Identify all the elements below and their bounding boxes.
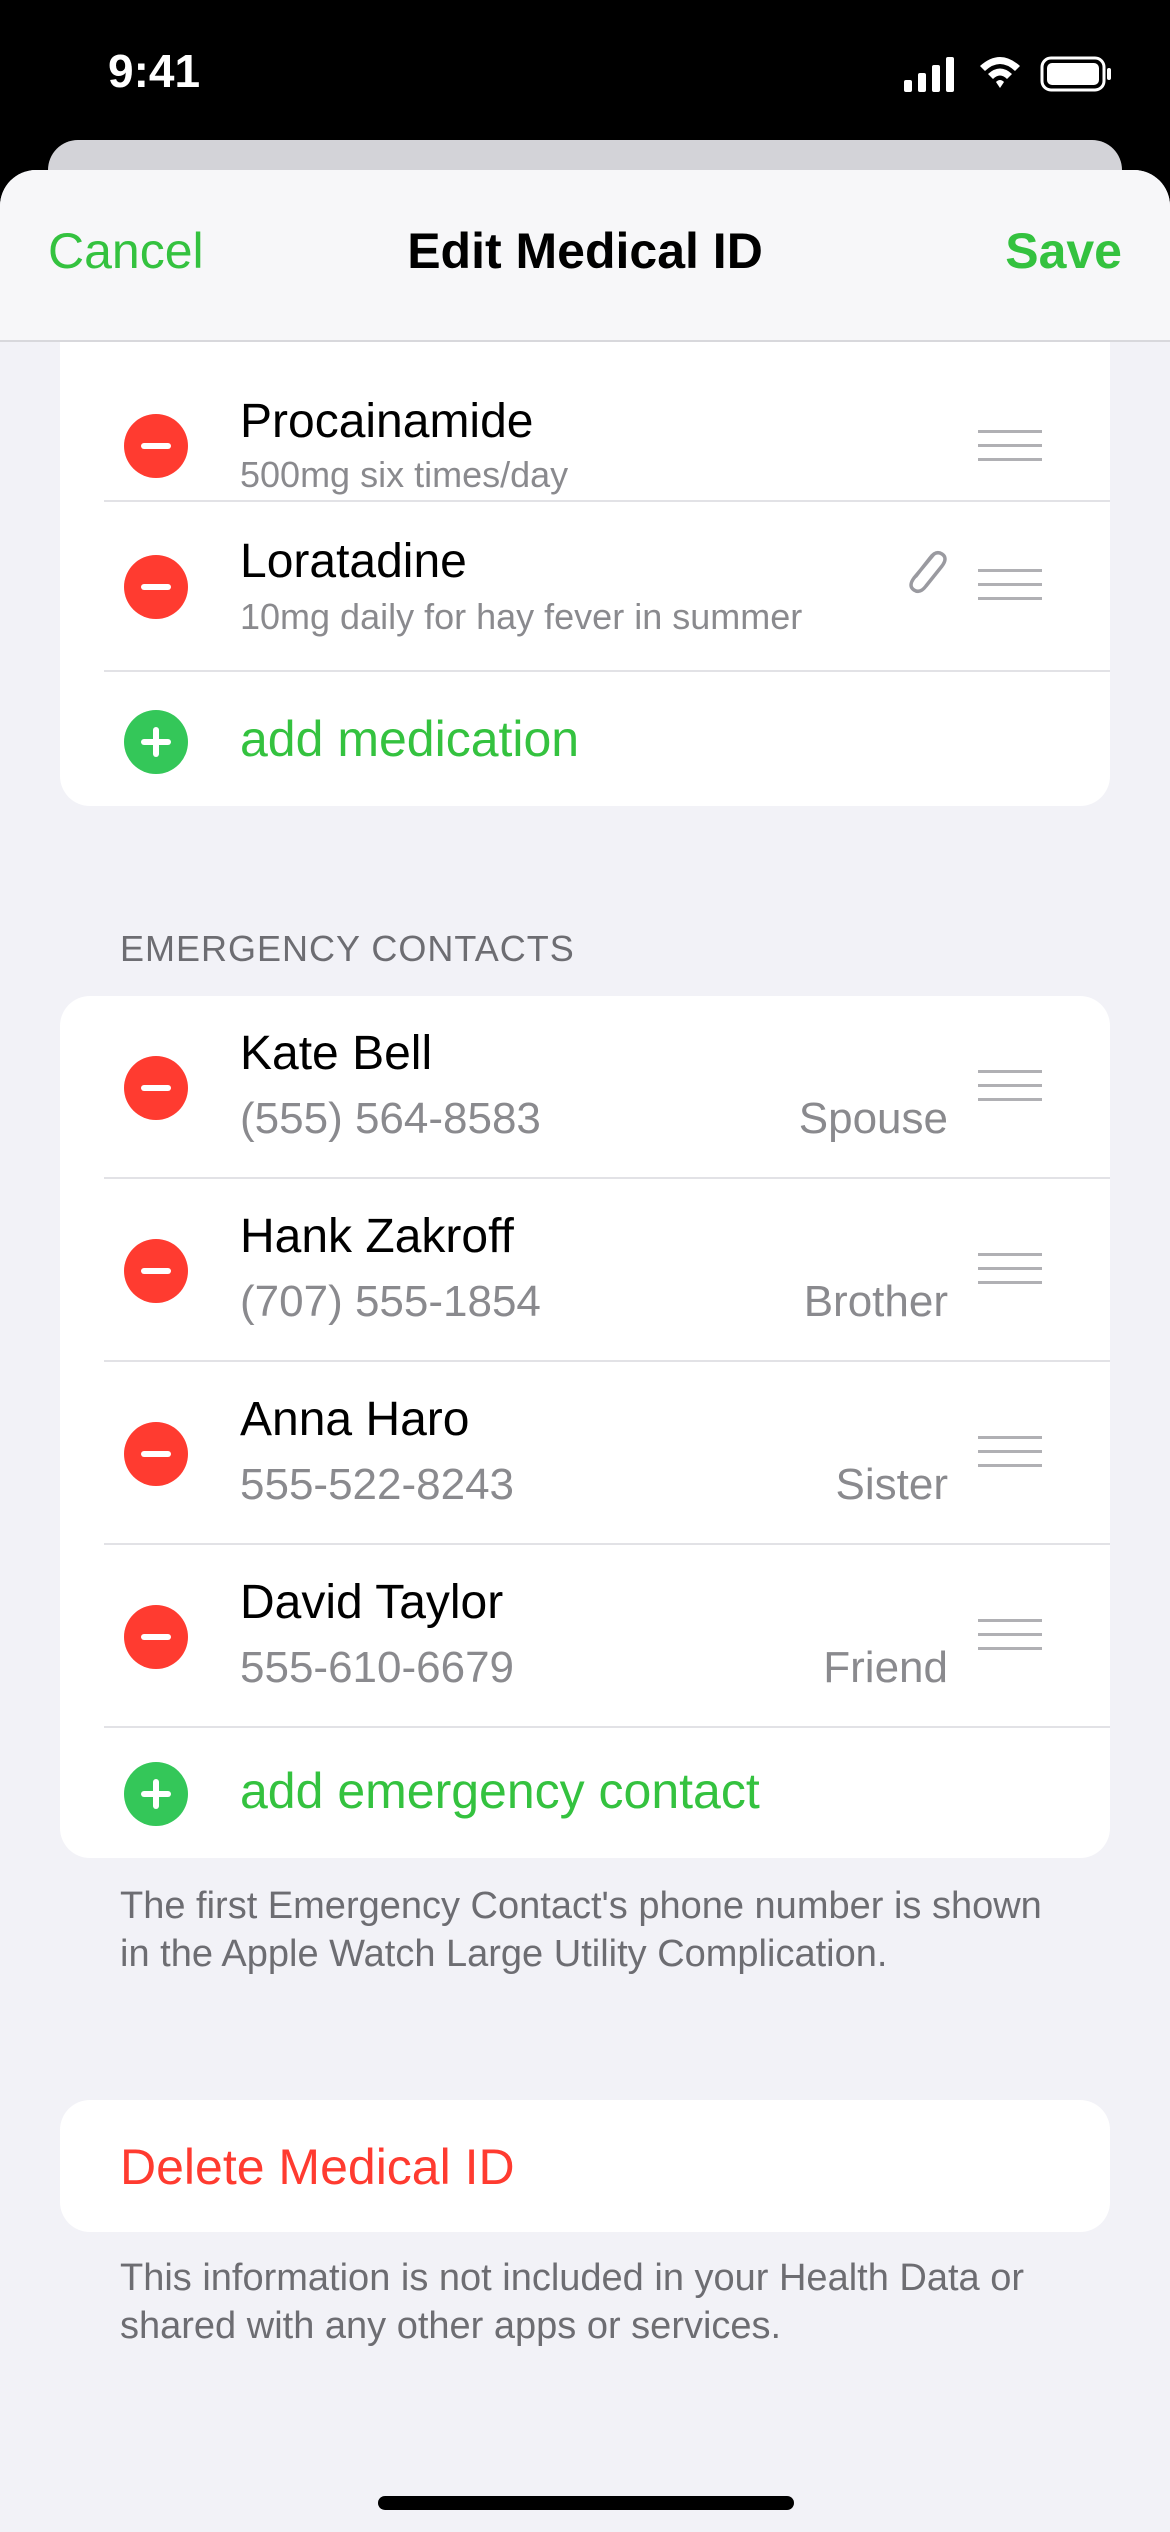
contact-name: David Taylor xyxy=(240,1576,504,1629)
cellular-signal-icon xyxy=(904,57,954,92)
reorder-handle-icon[interactable] xyxy=(978,1436,1042,1472)
reorder-handle-icon[interactable] xyxy=(978,430,1042,466)
add-emergency-contact-row[interactable]: add emergency contact xyxy=(60,1728,1110,1858)
emergency-contacts-header: EMERGENCY CONTACTS xyxy=(120,928,575,969)
contact-phone: 555-522-8243 xyxy=(240,1460,515,1509)
emergency-contacts-card: Kate Bell (555) 564-8583 Spouse Hank Zak… xyxy=(60,996,1110,1858)
medication-name: Loratadine xyxy=(240,535,467,588)
remove-medication-button[interactable] xyxy=(124,555,188,619)
paperclip-icon[interactable] xyxy=(900,542,950,602)
remove-medication-button[interactable] xyxy=(124,414,188,478)
medications-card: Procainamide 500mg six times/day Loratad… xyxy=(60,310,1110,806)
contact-name: Kate Bell xyxy=(240,1027,433,1080)
status-time: 9:41 xyxy=(108,45,201,97)
reorder-handle-icon[interactable] xyxy=(978,1070,1042,1106)
privacy-note: This information is not included in your… xyxy=(120,2257,1025,2347)
contact-relationship: Brother xyxy=(803,1277,948,1326)
page-title: Edit Medical ID xyxy=(407,223,763,279)
contact-phone: 555-610-6679 xyxy=(240,1643,515,1692)
wifi-icon xyxy=(980,57,1020,88)
contact-row: David Taylor 555-610-6679 Friend xyxy=(60,1545,1110,1728)
navigation-bar: Cancel Edit Medical ID Save xyxy=(0,170,1170,342)
medication-dosage: 10mg daily for hay fever in summer xyxy=(240,596,803,637)
contact-name: Hank Zakroff xyxy=(240,1210,514,1263)
add-medication-row[interactable]: add medication xyxy=(60,672,1110,806)
remove-contact-button[interactable] xyxy=(124,1605,188,1669)
contact-name: Anna Haro xyxy=(240,1393,470,1446)
medication-dosage: 500mg six times/day xyxy=(240,454,569,495)
contact-phone: (707) 555-1854 xyxy=(240,1277,541,1326)
contact-relationship: Sister xyxy=(835,1460,948,1509)
remove-contact-button[interactable] xyxy=(124,1239,188,1303)
reorder-handle-icon[interactable] xyxy=(978,1619,1042,1655)
remove-contact-button[interactable] xyxy=(124,1056,188,1120)
reorder-handle-icon[interactable] xyxy=(978,1253,1042,1289)
add-medication-button[interactable]: add medication xyxy=(240,710,579,768)
add-contact-icon[interactable] xyxy=(124,1762,188,1826)
add-emergency-contact-button[interactable]: add emergency contact xyxy=(240,1762,760,1820)
medication-row: Loratadine 10mg daily for hay fever in s… xyxy=(60,502,1110,672)
contact-relationship: Spouse xyxy=(798,1094,948,1143)
add-medication-icon[interactable] xyxy=(124,710,188,774)
save-button[interactable]: Save xyxy=(1005,222,1122,280)
delete-medical-id-card[interactable]: Delete Medical ID xyxy=(60,2100,1110,2232)
reorder-handle-icon[interactable] xyxy=(978,569,1042,605)
contact-phone: (555) 564-8583 xyxy=(240,1094,541,1143)
home-indicator[interactable] xyxy=(378,2496,794,2510)
status-icons xyxy=(904,56,1111,92)
contact-row: Kate Bell (555) 564-8583 Spouse xyxy=(60,996,1110,1179)
emergency-contacts-footnote: The first Emergency Contact's phone numb… xyxy=(120,1885,1042,1975)
edit-medical-id-sheet: Cancel Edit Medical ID Save Procainamide… xyxy=(0,170,1170,2532)
contact-row: Anna Haro 555-522-8243 Sister xyxy=(60,1362,1110,1545)
contact-relationship: Friend xyxy=(823,1643,948,1692)
medication-name: Procainamide xyxy=(240,395,534,448)
battery-icon xyxy=(1040,56,1111,92)
delete-medical-id-button[interactable]: Delete Medical ID xyxy=(120,2138,515,2196)
remove-contact-button[interactable] xyxy=(124,1422,188,1486)
contact-row: Hank Zakroff (707) 555-1854 Brother xyxy=(60,1179,1110,1362)
status-bar: 9:41 xyxy=(0,0,1170,150)
